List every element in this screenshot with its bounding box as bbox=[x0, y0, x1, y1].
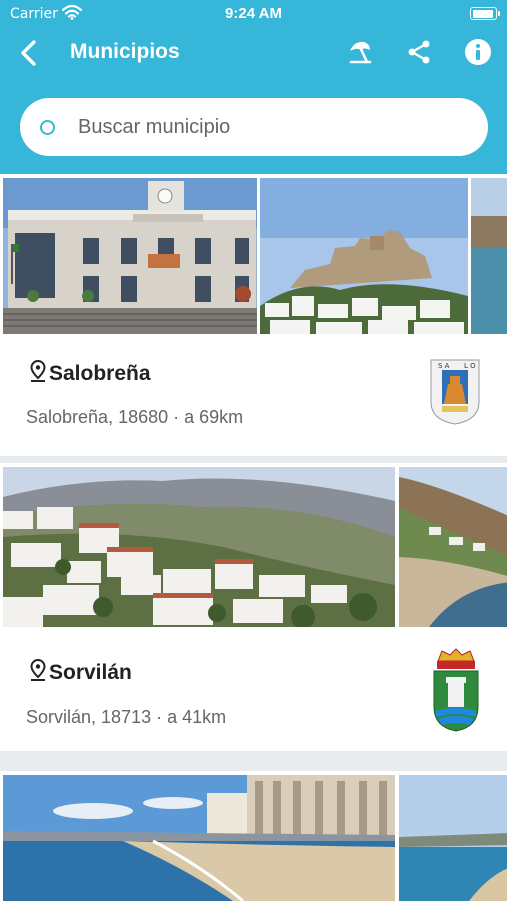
municipality-info: Sorvilán Sorvilán, 18713 · a 41km bbox=[0, 627, 507, 751]
municipality-details: Sorvilán, 18713 · a 41km bbox=[26, 707, 227, 727]
back-icon[interactable] bbox=[14, 36, 44, 70]
municipality-card[interactable] bbox=[0, 771, 507, 901]
municipality-name: Salobreña bbox=[49, 362, 151, 385]
battery-icon bbox=[470, 7, 500, 20]
location-pin-icon bbox=[30, 360, 46, 382]
village-photo bbox=[3, 467, 395, 627]
beach-umbrella-icon[interactable] bbox=[346, 38, 374, 66]
clock: 9:24 AM bbox=[225, 5, 282, 22]
page-title: Municipios bbox=[70, 40, 180, 63]
photo-carousel[interactable] bbox=[0, 463, 507, 627]
seafront-photo bbox=[3, 775, 395, 901]
search-bar[interactable] bbox=[20, 98, 488, 156]
app-header: Carrier 9:24 AM Municipios bbox=[0, 0, 507, 174]
beach-photo bbox=[399, 467, 507, 627]
coast-photo bbox=[471, 178, 507, 334]
photo-carousel[interactable] bbox=[0, 174, 507, 334]
coast-photo bbox=[399, 775, 507, 901]
municipality-info: Salobreña Salobreña, 18680 · a 69km S A … bbox=[0, 334, 507, 456]
svg-text:L O: L O bbox=[464, 362, 476, 370]
photo-carousel[interactable] bbox=[0, 771, 507, 901]
town-hall-photo bbox=[3, 178, 257, 334]
coat-of-arms-icon: S A L O bbox=[430, 359, 480, 425]
navigation-bar: Municipios bbox=[0, 28, 507, 80]
castle-photo bbox=[260, 178, 468, 334]
info-icon[interactable] bbox=[464, 38, 492, 66]
municipality-card[interactable]: Salobreña Salobreña, 18680 · a 69km S A … bbox=[0, 174, 507, 456]
search-input[interactable] bbox=[78, 108, 468, 146]
coat-of-arms-icon bbox=[433, 648, 479, 732]
svg-text:S A: S A bbox=[438, 362, 450, 370]
share-icon[interactable] bbox=[405, 38, 433, 66]
location-pin-icon bbox=[30, 659, 46, 681]
municipality-name: Sorvilán bbox=[49, 661, 132, 684]
municipality-card[interactable]: Sorvilán Sorvilán, 18713 · a 41km bbox=[0, 463, 507, 751]
municipality-details: Salobreña, 18680 · a 69km bbox=[26, 407, 244, 427]
search-icon bbox=[40, 120, 55, 135]
status-bar: Carrier 9:24 AM bbox=[0, 0, 507, 28]
